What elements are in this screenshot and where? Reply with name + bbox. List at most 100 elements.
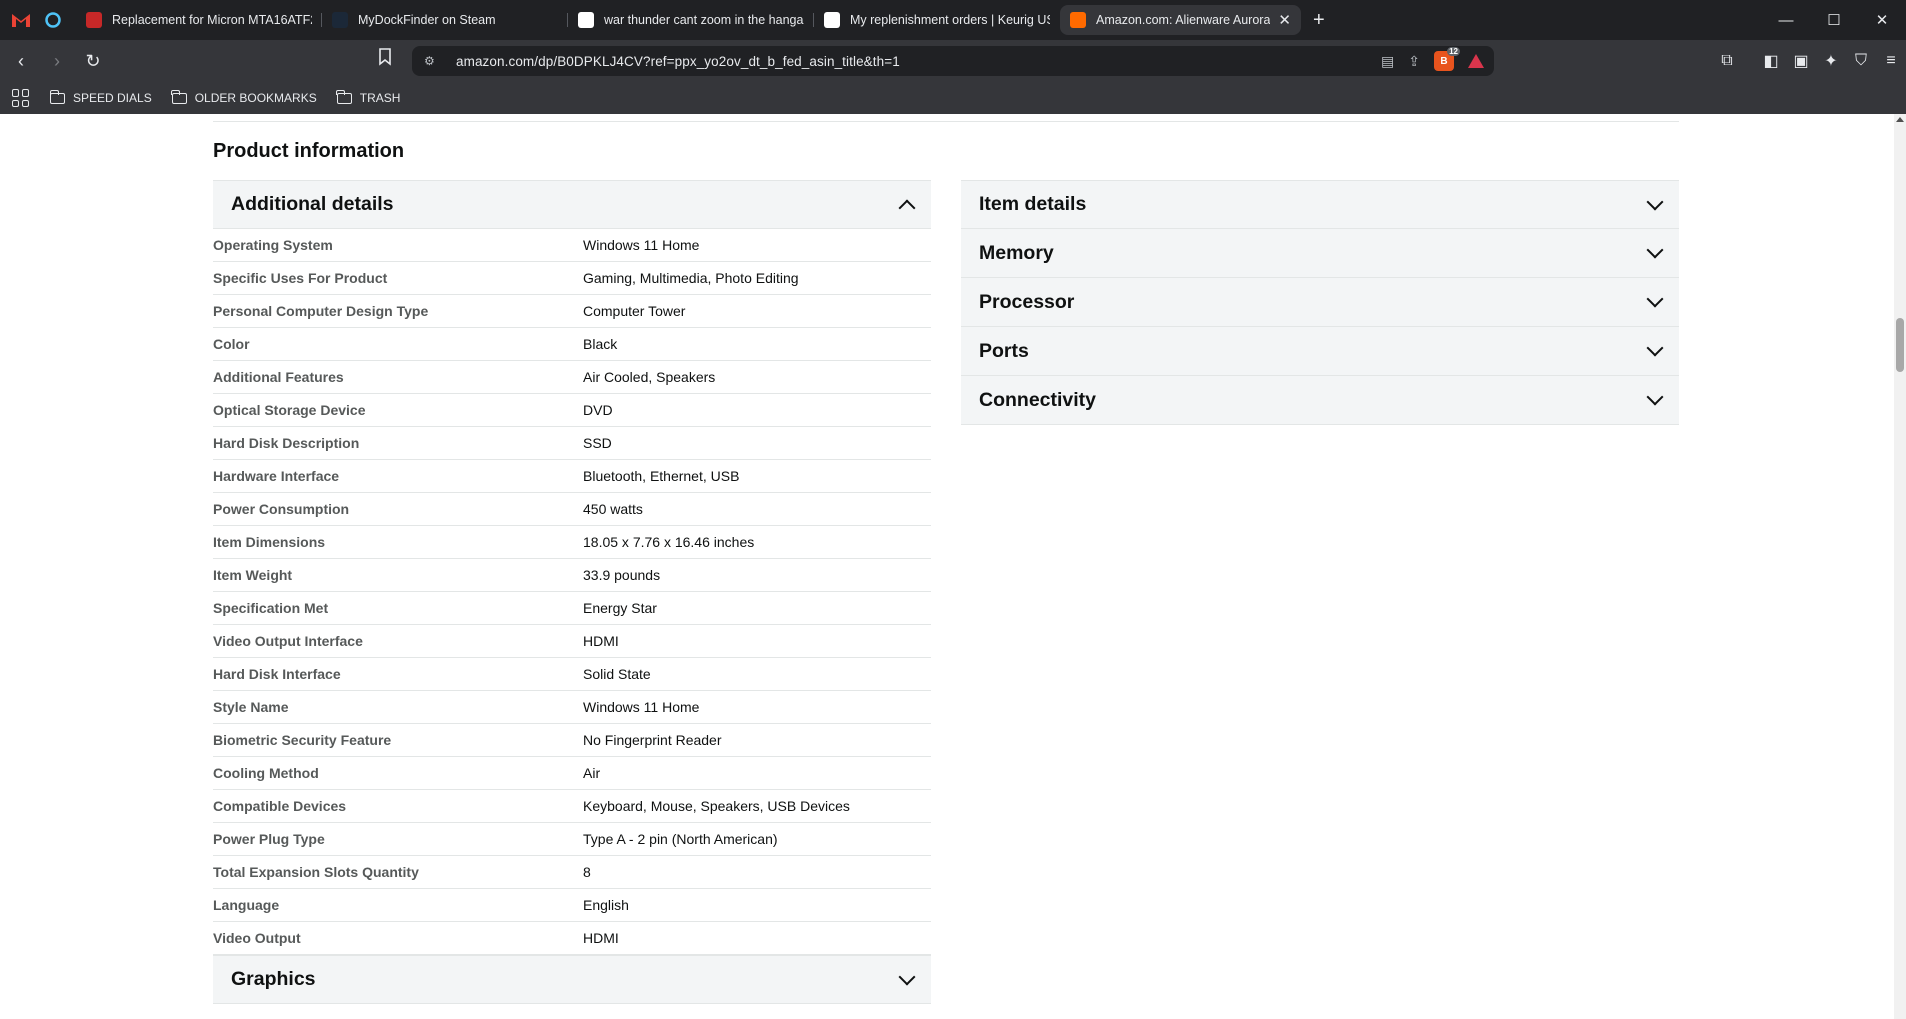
- product-information-heading: Product information: [213, 140, 405, 162]
- spec-row: Style Name Windows 11 Home: [213, 691, 931, 724]
- address-bar[interactable]: ⚙ amazon.com/dp/B0DPKLJ4CV?ref=ppx_yo2ov…: [412, 46, 1494, 76]
- bookmark-label: TRASH: [359, 91, 401, 105]
- spec-row: Video Output Interface HDMI: [213, 625, 931, 658]
- new-tab-button[interactable]: +: [1313, 9, 1325, 32]
- spec-value: Windows 11 Home: [583, 699, 700, 715]
- spec-key: Hardware Interface: [213, 468, 340, 484]
- scroll-thumb[interactable]: [1896, 318, 1904, 372]
- browser-tab[interactable]: My replenishment orders | Keurig US: [814, 5, 1060, 35]
- spec-key: Cooling Method: [213, 765, 319, 781]
- share-icon[interactable]: ⇪: [1408, 53, 1420, 70]
- spec-value: Type A - 2 pin (North American): [583, 831, 778, 847]
- section-toggle-processor[interactable]: Processor: [961, 278, 1679, 327]
- back-button[interactable]: ‹: [6, 46, 36, 76]
- spec-value: Computer Tower: [583, 303, 686, 319]
- amazon-icon: [1070, 12, 1086, 28]
- tab-label: My replenishment orders | Keurig US: [850, 13, 1050, 27]
- tab-label: Replacement for Micron MTA16ATF2G: [112, 13, 312, 27]
- sidebar-icon[interactable]: ◧: [1756, 51, 1786, 71]
- spec-row: Specific Uses For Product Gaming, Multime…: [213, 262, 931, 295]
- accordion-title: Ports: [979, 339, 1029, 362]
- spec-value: Energy Star: [583, 600, 657, 616]
- accordion-title: Processor: [979, 290, 1075, 313]
- spec-key: Compatible Devices: [213, 798, 347, 814]
- spec-row: Total Expansion Slots Quantity 8: [213, 856, 931, 889]
- spec-row: Language English: [213, 889, 931, 922]
- spec-value: 33.9 pounds: [583, 567, 661, 583]
- chevron-down-icon: [898, 968, 916, 985]
- spec-key: Additional Features: [213, 369, 344, 385]
- folder-icon: [171, 89, 187, 104]
- maximize-icon[interactable]: ☐: [1810, 11, 1858, 29]
- chevron-down-icon: [1646, 193, 1664, 210]
- arrow-left-icon: ‹: [18, 50, 24, 71]
- spec-value: 450 watts: [583, 501, 643, 517]
- graphics-toggle[interactable]: Graphics: [213, 955, 931, 1004]
- bookmark-folder-speed-dials[interactable]: SPEED DIALS: [49, 89, 152, 105]
- pinned-tab-cortana[interactable]: [38, 5, 68, 35]
- spec-key: Specification Met: [213, 600, 329, 616]
- keurig-icon: [824, 12, 840, 28]
- spec-row: Operating System Windows 11 Home: [213, 229, 931, 262]
- site-settings-icon[interactable]: ⚙: [424, 54, 440, 68]
- bookmark-icon: [379, 48, 391, 66]
- menu-icon[interactable]: ≡: [1876, 52, 1906, 70]
- spec-key: Video Output Interface: [213, 633, 363, 649]
- additional-details-panel: Additional details Operating System Windo…: [213, 180, 931, 1004]
- reader-mode-icon[interactable]: ▤: [1381, 53, 1394, 70]
- accordion-title: Connectivity: [979, 388, 1097, 411]
- spec-value: Windows 11 Home: [583, 237, 700, 253]
- brave-shields-icon[interactable]: B 12: [1434, 47, 1460, 71]
- scroll-up-arrow-icon[interactable]: [1896, 117, 1904, 122]
- leo-ai-icon[interactable]: ✦: [1816, 51, 1846, 71]
- spec-row: Biometric Security Feature No Fingerprint…: [213, 724, 931, 757]
- accordion-title: Item details: [979, 193, 1087, 215]
- spec-key: Hard Disk Interface: [213, 666, 341, 682]
- pinned-tab-gmail[interactable]: [6, 5, 36, 35]
- arrow-right-icon: ›: [54, 50, 60, 71]
- section-toggle-memory[interactable]: Memory: [961, 229, 1679, 278]
- close-tab-icon[interactable]: ✕: [1274, 11, 1291, 29]
- google-icon: [578, 12, 594, 28]
- spec-table: Operating System Windows 11 Home Specific …: [213, 229, 931, 955]
- chevron-down-icon: [1646, 290, 1664, 308]
- bookmarks-bar: SPEED DIALS OLDER BOOKMARKS TRASH: [0, 82, 1906, 114]
- tab-bar: Replacement for Micron MTA16ATF2G MyDockF…: [0, 0, 1906, 40]
- spec-key: Biometric Security Feature: [213, 732, 392, 748]
- spec-value: SSD: [583, 435, 612, 451]
- spec-row: Color Black: [213, 328, 931, 361]
- apps-grid-icon[interactable]: [12, 89, 30, 107]
- browser-tab[interactable]: Replacement for Micron MTA16ATF2G: [76, 5, 322, 35]
- tab-label: Amazon.com: Alienware Aurora: [1096, 13, 1271, 27]
- reload-button[interactable]: ↻: [78, 46, 108, 76]
- browser-tab[interactable]: Amazon.com: Alienware Aurora ✕: [1060, 5, 1301, 35]
- steam-icon: [332, 12, 348, 28]
- wallet-icon[interactable]: ▣: [1786, 51, 1816, 71]
- bookmark-page-button[interactable]: [378, 48, 392, 71]
- screenshot-icon[interactable]: ⧉: [1712, 52, 1742, 70]
- minimize-icon[interactable]: —: [1762, 12, 1810, 29]
- url-text[interactable]: amazon.com/dp/B0DPKLJ4CV?ref=ppx_yo2ov_d…: [456, 54, 900, 69]
- spec-row: Additional Features Air Cooled, Speakers: [213, 361, 931, 394]
- browser-tab[interactable]: MyDockFinder on Steam: [322, 5, 568, 35]
- shields-count: 12: [1447, 47, 1460, 56]
- browser-tab[interactable]: war thunder cant zoom in the hangar: [568, 5, 814, 35]
- tab-label: MyDockFinder on Steam: [358, 13, 496, 27]
- forward-button[interactable]: ›: [42, 46, 72, 76]
- bookmark-folder-trash[interactable]: TRASH: [336, 89, 401, 105]
- spec-row: Hard Disk Description SSD: [213, 427, 931, 460]
- spec-value: Keyboard, Mouse, Speakers, USB Devices: [583, 798, 850, 814]
- additional-details-toggle[interactable]: Additional details: [213, 180, 931, 229]
- rocket-icon: [86, 12, 102, 28]
- spec-value: HDMI: [583, 930, 619, 946]
- spec-row: Video Output HDMI: [213, 922, 931, 955]
- reload-icon: ↻: [85, 50, 101, 71]
- vpn-shield-icon[interactable]: ⛉: [1846, 52, 1876, 70]
- section-toggle-ports[interactable]: Ports: [961, 327, 1679, 376]
- section-toggle-item-details[interactable]: Item details: [961, 180, 1679, 229]
- page-scrollbar[interactable]: [1894, 114, 1906, 1019]
- bookmark-folder-older-bookmarks[interactable]: OLDER BOOKMARKS: [171, 89, 317, 105]
- close-window-icon[interactable]: ✕: [1858, 11, 1906, 29]
- section-toggle-connectivity[interactable]: Connectivity: [961, 376, 1679, 425]
- brave-rewards-icon[interactable]: [1468, 54, 1484, 68]
